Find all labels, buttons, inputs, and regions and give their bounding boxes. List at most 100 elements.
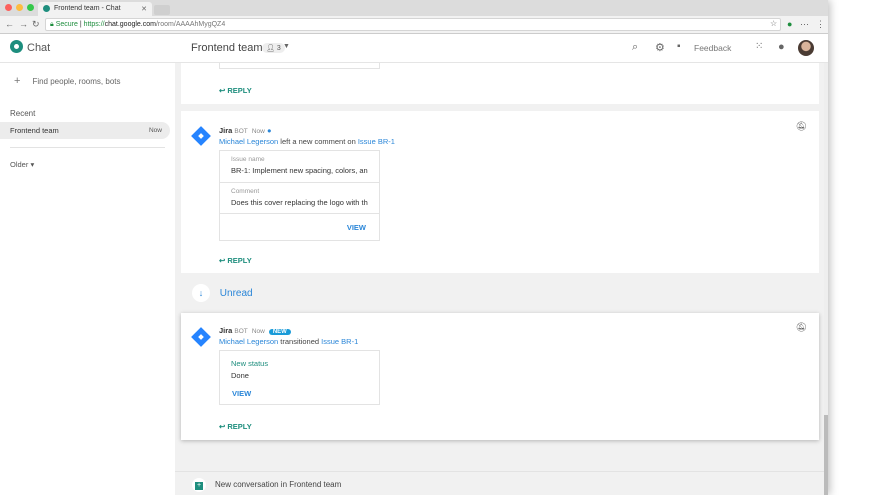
field-label: Comment xyxy=(231,188,260,195)
app-header: Chat Frontend team 👤︎ 3 ▼ ⌕ ⚙ ▪ Feedback… xyxy=(0,34,828,63)
message-stream: ↩ REPLY Jira BOT Now ● Michael Legerson l… xyxy=(175,53,828,495)
scrollbar-thumb[interactable] xyxy=(824,415,828,495)
jira-logo-icon xyxy=(191,327,211,347)
reply-button[interactable]: ↩ REPLY xyxy=(219,422,252,431)
new-conversation-button[interactable]: + New conversation in Frontend team xyxy=(175,471,824,493)
back-icon[interactable]: ← xyxy=(5,19,14,29)
field-value: Done xyxy=(231,371,249,380)
recent-heading: Recent xyxy=(10,109,36,118)
message-time: Now xyxy=(251,128,265,135)
issue-card: Issue name BR-1: Implement new spacing, c… xyxy=(219,150,380,241)
reply-icon: ↩ xyxy=(219,422,226,431)
avatar[interactable] xyxy=(798,40,814,56)
unread-divider: ↓ Unread xyxy=(192,284,253,302)
extensions-more-icon[interactable]: ⋯ xyxy=(800,19,809,30)
close-tab-icon[interactable]: ✕ xyxy=(141,5,147,13)
member-count-badge[interactable]: 👤︎ 3 xyxy=(262,43,285,53)
url-path: /room/AAAAhMygQZ4 xyxy=(155,21,226,28)
field-value: Does this cover replacing the logo with … xyxy=(231,198,368,207)
app-title: Chat xyxy=(27,42,51,54)
issue-link[interactable]: Issue BR-1 xyxy=(321,337,358,346)
reply-label: REPLY xyxy=(227,256,252,265)
browser-window: Frontend team - Chat ✕ ← → ↻ 🔒︎ Secure | … xyxy=(0,0,828,495)
search-icon[interactable]: ⌕ xyxy=(632,41,638,54)
forward-icon[interactable]: → xyxy=(19,19,28,29)
room-menu-chevron-icon[interactable]: ▼ xyxy=(283,43,290,50)
add-conversation-icon: + xyxy=(192,478,206,492)
reply-label: REPLY xyxy=(227,86,252,95)
view-button[interactable]: VIEW xyxy=(347,223,366,232)
gear-icon[interactable]: ⚙ xyxy=(655,41,665,54)
message-text: Michael Legerson left a new comment on I… xyxy=(219,137,395,146)
sender-name: Jira xyxy=(219,126,233,135)
unread-label: Unread xyxy=(219,288,253,299)
new-conversation-label: New conversation in Frontend team xyxy=(215,480,342,489)
message-card: Jira BOT Now NEW Michael Legerson transiti… xyxy=(181,313,819,440)
feedback-button[interactable]: Feedback xyxy=(694,43,731,53)
person-icon: 👤︎ xyxy=(266,45,275,52)
bookmark-star-icon[interactable]: ☆ xyxy=(770,19,777,28)
tab-title: Frontend team - Chat xyxy=(54,5,121,12)
new-badge: NEW xyxy=(268,329,291,335)
find-people-button[interactable]: + Find people, rooms, bots xyxy=(14,75,120,87)
mute-bell-icon[interactable]: 🔕︎ xyxy=(796,121,807,132)
bot-tag: BOT xyxy=(234,128,248,135)
browser-tab[interactable]: Frontend team - Chat ✕ xyxy=(38,2,152,16)
actor-link[interactable]: Michael Legerson xyxy=(219,337,278,346)
extension-icon[interactable]: ● xyxy=(787,19,792,29)
arrow-down-icon: ↓ xyxy=(192,284,210,302)
sidebar-item-frontend-team[interactable]: Frontend team Now xyxy=(0,122,170,139)
older-label: Older xyxy=(10,160,29,169)
view-button[interactable]: VIEW xyxy=(231,389,368,398)
field-label: New status xyxy=(231,359,269,368)
older-toggle[interactable]: Older ▾ xyxy=(10,160,34,169)
member-count: 3 xyxy=(276,45,281,52)
reply-button[interactable]: ↩ REPLY xyxy=(219,86,252,95)
scrollbar[interactable] xyxy=(824,63,828,495)
reply-button[interactable]: ↩ REPLY xyxy=(219,256,252,265)
tab-strip: Frontend team - Chat ✕ xyxy=(0,0,828,16)
chat-favicon-icon xyxy=(43,5,50,12)
unread-dot-icon: ● xyxy=(266,126,272,135)
chat-logo-icon xyxy=(10,40,23,53)
reload-icon[interactable]: ↻ xyxy=(32,19,40,30)
plus-icon: + xyxy=(14,75,21,87)
browser-menu-icon[interactable]: ⋮ xyxy=(816,19,825,30)
feedback-icon[interactable]: ▪ xyxy=(677,41,681,52)
sidebar-item-label: Frontend team xyxy=(10,126,59,135)
url-prefix: https:// xyxy=(83,21,105,28)
divider xyxy=(10,147,165,148)
bot-tag: BOT xyxy=(234,328,248,335)
field-label: Issue name xyxy=(231,156,265,163)
reply-icon: ↩ xyxy=(219,256,226,265)
message-text: Michael Legerson transitioned Issue BR-1 xyxy=(219,337,358,346)
find-label: Find people, rooms, bots xyxy=(32,77,121,86)
close-window-button[interactable] xyxy=(5,4,12,11)
sidebar-item-time: Now xyxy=(148,127,162,134)
jira-logo-icon xyxy=(191,126,211,146)
url-input[interactable]: 🔒︎ Secure | https://chat.google.com/room… xyxy=(45,18,781,31)
notifications-icon[interactable]: ● xyxy=(778,41,785,53)
url-host: chat.google.com xyxy=(104,21,156,28)
reply-label: REPLY xyxy=(227,422,252,431)
lock-icon: 🔒︎ xyxy=(50,21,54,28)
address-bar-row: ← → ↻ 🔒︎ Secure | https://chat.google.co… xyxy=(0,16,828,34)
minimize-window-button[interactable] xyxy=(16,4,23,11)
message-time: Now xyxy=(251,328,265,335)
action-text: transitioned xyxy=(278,337,322,346)
sidebar: + Find people, rooms, bots Recent Fronten… xyxy=(0,63,175,495)
chevron-down-icon: ▾ xyxy=(30,160,35,169)
actor-link[interactable]: Michael Legerson xyxy=(219,137,278,146)
mute-bell-icon[interactable]: 🔕︎ xyxy=(796,322,807,333)
field-value: BR-1: Implement new spacing, colors, and… xyxy=(231,166,368,175)
message-card: ↩ REPLY xyxy=(181,53,819,104)
message-header: Jira BOT Now ● xyxy=(219,126,271,135)
new-tab-button[interactable] xyxy=(154,5,170,15)
maximize-window-button[interactable] xyxy=(27,4,34,11)
action-text: left a new comment on xyxy=(278,137,358,146)
issue-link[interactable]: Issue BR-1 xyxy=(358,137,395,146)
apps-grid-icon[interactable]: ⁙ xyxy=(755,41,763,52)
status-card: New status Done VIEW xyxy=(219,350,380,405)
room-title[interactable]: Frontend team xyxy=(191,42,263,54)
message-header: Jira BOT Now NEW xyxy=(219,326,291,335)
